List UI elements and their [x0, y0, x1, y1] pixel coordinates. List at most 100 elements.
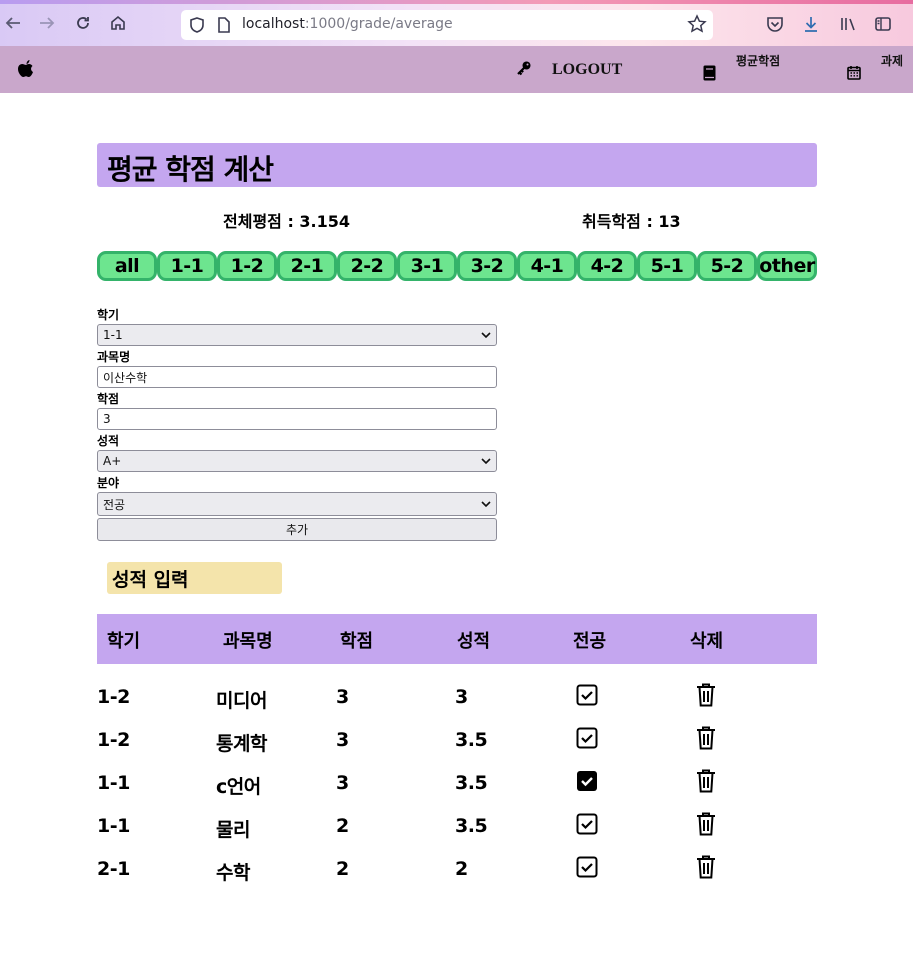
logout-button[interactable]: LOGOUT: [516, 60, 622, 80]
table-row: 1-1 물리 2 3.5: [0, 809, 913, 845]
major-check-icon[interactable]: [576, 813, 598, 835]
library-icon[interactable]: [838, 14, 858, 34]
course-label: 과목명: [97, 350, 131, 364]
field-label: 분야: [97, 476, 120, 490]
overall-gpa: 전체평점 : 3.154: [223, 212, 351, 231]
th-course: 과목명: [223, 631, 273, 652]
cell-credit: 2: [336, 858, 349, 880]
tab-3-2[interactable]: 3-2: [457, 251, 517, 281]
semester-filter-tabs: all 1-1 1-2 2-1 2-2 3-1 3-2 4-1 4-2 5-1 …: [97, 251, 817, 281]
grade-select[interactable]: A+: [97, 450, 497, 472]
reload-icon[interactable]: [72, 12, 94, 34]
cell-credit: 3: [336, 772, 349, 794]
tab-4-1[interactable]: 4-1: [517, 251, 577, 281]
book-icon: [703, 65, 716, 85]
cell-grade: 3.5: [455, 772, 488, 794]
trash-icon[interactable]: [695, 725, 717, 751]
tab-4-2[interactable]: 4-2: [577, 251, 637, 281]
chevron-down-icon: [481, 453, 491, 472]
th-grade: 성적: [457, 631, 491, 652]
cell-semester: 1-2: [97, 686, 130, 708]
cell-course: c언어: [216, 776, 261, 798]
chevron-down-icon: [481, 496, 491, 515]
credit-label: 학점: [97, 392, 120, 406]
forward-icon[interactable]: [36, 12, 58, 34]
th-delete: 삭제: [690, 631, 724, 652]
cell-grade: 3.5: [455, 815, 488, 837]
url-path: :1000/grade/average: [304, 16, 453, 32]
table-row: 2-1 수학 2 2: [0, 852, 913, 888]
cell-semester: 1-1: [97, 815, 130, 837]
nav-average-grade[interactable]: 평균학점: [703, 52, 780, 85]
app-header: LOGOUT 평균학점 과제: [0, 46, 913, 93]
table-header: 학기 과목명 학점 성적 전공 삭제: [97, 614, 817, 664]
semester-select[interactable]: 1-1: [97, 324, 497, 346]
cell-semester: 1-1: [97, 772, 130, 794]
th-major: 전공: [573, 631, 607, 652]
trash-icon[interactable]: [695, 768, 717, 794]
table-row: 1-1 c언어 3 3.5: [0, 766, 913, 802]
page-title-banner: 평균 학점 계산: [97, 143, 817, 187]
tab-2-1[interactable]: 2-1: [277, 251, 337, 281]
th-credit: 학점: [340, 631, 374, 652]
field-select-value: 전공: [103, 497, 126, 512]
table-row: 1-2 미디어 3 3: [0, 680, 913, 716]
page-title: 평균 학점 계산: [107, 153, 274, 186]
tab-1-1[interactable]: 1-1: [157, 251, 217, 281]
table-row: 1-2 통계학 3 3.5: [0, 723, 913, 759]
home-icon[interactable]: [107, 12, 129, 34]
cell-semester: 1-2: [97, 729, 130, 751]
major-check-icon[interactable]: [576, 684, 598, 706]
cell-credit: 3: [336, 729, 349, 751]
trash-icon[interactable]: [695, 854, 717, 880]
shield-icon[interactable]: [189, 16, 205, 38]
th-semester: 학기: [107, 631, 141, 652]
major-check-filled-icon[interactable]: [576, 770, 598, 792]
cell-grade: 3.5: [455, 729, 488, 751]
cell-course: 물리: [216, 819, 250, 841]
avg-grade-label: 평균학점: [736, 54, 781, 68]
cell-grade: 3: [455, 686, 468, 708]
cell-credit: 3: [336, 686, 349, 708]
trash-icon[interactable]: [695, 682, 717, 708]
cell-grade: 2: [455, 858, 468, 880]
address-bar[interactable]: localhost:1000/grade/average: [181, 10, 713, 40]
course-input-value: 이산수학: [103, 370, 148, 385]
cell-semester: 2-1: [97, 858, 130, 880]
section-title: 성적 입력: [112, 569, 189, 591]
logout-label: LOGOUT: [552, 61, 623, 78]
back-icon[interactable]: [2, 12, 24, 34]
browser-toolbar: localhost:1000/grade/average: [0, 0, 913, 46]
field-select[interactable]: 전공: [97, 492, 497, 516]
pocket-icon[interactable]: [765, 14, 785, 34]
major-check-icon[interactable]: [576, 856, 598, 878]
sidebar-icon[interactable]: [873, 14, 893, 34]
tab-all[interactable]: all: [97, 251, 157, 281]
cell-course: 미디어: [216, 690, 267, 712]
major-check-icon[interactable]: [576, 727, 598, 749]
tab-5-1[interactable]: 5-1: [637, 251, 697, 281]
url-text[interactable]: localhost:1000/grade/average: [242, 16, 453, 32]
credit-input[interactable]: 3: [97, 408, 497, 430]
course-input[interactable]: 이산수학: [97, 366, 497, 388]
tab-other[interactable]: other: [757, 251, 817, 281]
cell-credit: 2: [336, 815, 349, 837]
tab-5-2[interactable]: 5-2: [697, 251, 757, 281]
apple-icon[interactable]: [16, 58, 36, 84]
tab-1-2[interactable]: 1-2: [217, 251, 277, 281]
grade-select-value: A+: [103, 454, 122, 468]
tab-3-1[interactable]: 3-1: [397, 251, 457, 281]
section-title-chip: 성적 입력: [107, 562, 282, 594]
semester-select-value: 1-1: [103, 328, 123, 342]
browser-tabstrip-edge: [0, 0, 913, 4]
tab-2-2[interactable]: 2-2: [337, 251, 397, 281]
url-host: localhost: [242, 16, 305, 32]
cell-course: 통계학: [216, 733, 267, 755]
semester-label: 학기: [97, 308, 120, 322]
bookmark-star-icon[interactable]: [687, 14, 707, 38]
downloads-icon[interactable]: [801, 14, 821, 34]
chevron-down-icon: [481, 327, 491, 346]
nav-assignments[interactable]: 과제: [847, 52, 903, 84]
trash-icon[interactable]: [695, 811, 717, 837]
add-button[interactable]: 추가: [97, 518, 497, 541]
